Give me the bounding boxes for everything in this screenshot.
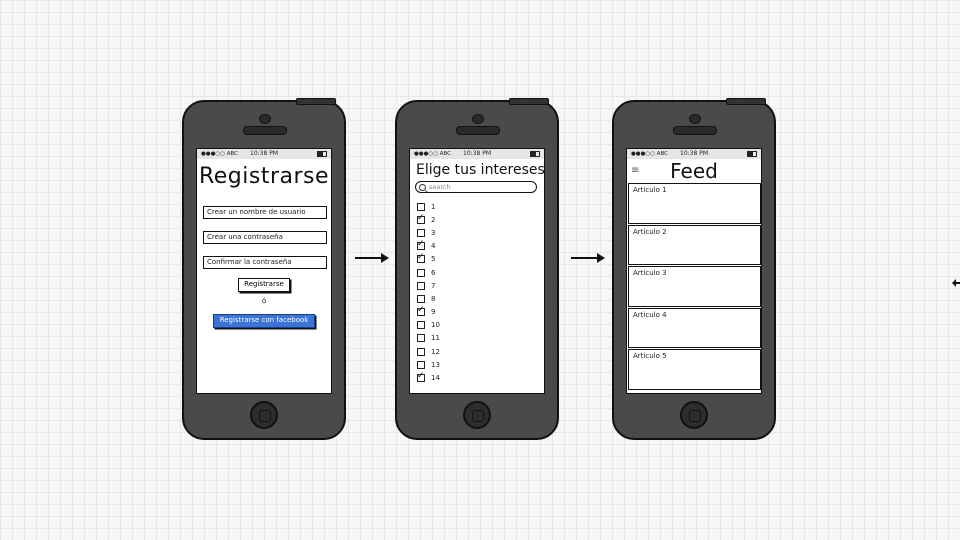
feed-screen: ●●●○○ ABC 10:38 PM ≡ Feed Articulo 1 Arti… <box>626 148 762 394</box>
home-button[interactable] <box>463 401 491 429</box>
interest-label: 4 <box>431 242 436 251</box>
search-input[interactable]: search <box>415 181 537 193</box>
interest-item[interactable]: 2 <box>417 213 544 226</box>
offscreen-arrow <box>952 279 960 287</box>
search-icon <box>419 183 426 191</box>
speaker-icon <box>456 126 500 135</box>
interest-label: 2 <box>431 215 436 224</box>
checkbox-icon[interactable] <box>417 228 425 237</box>
power-button <box>509 98 549 105</box>
interest-label: 5 <box>431 255 436 264</box>
interest-label: 8 <box>431 294 436 303</box>
power-button <box>296 98 336 105</box>
checkbox-checked-icon[interactable] <box>417 305 425 317</box>
status-time: 10:38 PM <box>250 150 278 157</box>
interest-item[interactable]: 4 <box>417 239 544 253</box>
article-title: Articulo 4 <box>633 310 667 319</box>
checkbox-checked-icon[interactable] <box>417 239 425 251</box>
interest-item[interactable]: 8 <box>417 292 544 305</box>
interest-item[interactable]: 11 <box>417 332 544 345</box>
article-title: Articulo 3 <box>633 269 667 277</box>
interest-label: 12 <box>431 347 440 356</box>
interest-label: 11 <box>431 334 440 343</box>
search-placeholder: search <box>429 182 451 191</box>
register-screen: ●●●○○ ABC 10:38 PM Registrarse Crear un … <box>196 148 332 394</box>
phone-register: ●●●○○ ABC 10:38 PM Registrarse Crear un … <box>182 98 346 440</box>
interest-label: 14 <box>431 374 440 383</box>
interest-label: 9 <box>431 308 436 317</box>
interest-label: 13 <box>431 360 440 369</box>
checkbox-icon[interactable] <box>417 347 425 356</box>
status-bar: ●●●○○ ABC 10:38 PM <box>410 149 544 159</box>
interest-label: 7 <box>431 281 436 290</box>
speaker-icon <box>673 126 717 135</box>
speaker-icon <box>243 126 287 135</box>
checkbox-icon[interactable] <box>417 268 425 277</box>
confirm-password-field[interactable]: Confirmar la contraseña <box>203 256 327 269</box>
feed-header: ≡ Feed <box>627 159 761 183</box>
checkbox-icon[interactable] <box>417 202 425 211</box>
checkbox-icon[interactable] <box>417 281 425 290</box>
article-list: Articulo 1 Articulo 2 Articulo 3 Articulo 4… <box>627 183 761 390</box>
interest-item[interactable]: 14 <box>417 371 544 384</box>
checkbox-checked-icon[interactable] <box>417 371 425 383</box>
interest-item[interactable]: 12 <box>417 345 544 358</box>
interest-label: 1 <box>431 202 436 211</box>
menu-icon[interactable]: ≡ <box>631 166 639 176</box>
status-bar: ●●●○○ ABC 10:38 PM <box>627 149 761 159</box>
page-title: Registrarse <box>198 164 330 189</box>
page-title: Feed <box>670 159 718 183</box>
article-title: Articulo 1 <box>633 186 667 194</box>
checkbox-icon[interactable] <box>417 294 425 303</box>
phone-interests: ●●●○○ ABC 10:38 PM Elige tus intereses s… <box>395 98 559 440</box>
checkbox-checked-icon[interactable] <box>417 213 425 224</box>
home-button[interactable] <box>680 401 708 429</box>
interest-item[interactable]: 1 <box>417 200 544 213</box>
interest-item[interactable]: 3 <box>417 226 544 239</box>
article-title: Articulo 5 <box>633 352 667 360</box>
status-bar: ●●●○○ ABC 10:38 PM <box>197 149 331 159</box>
camera-icon <box>472 114 484 124</box>
username-field[interactable]: Crear un nombre de usuario <box>203 206 327 219</box>
power-button <box>726 98 766 105</box>
flow-arrow-2 <box>571 253 605 263</box>
checkbox-icon[interactable] <box>417 321 425 330</box>
article-card[interactable]: Articulo 5 <box>628 349 761 390</box>
register-button[interactable]: Registrarse <box>238 278 290 292</box>
article-title: Articulo 2 <box>633 227 667 236</box>
facebook-register-button[interactable]: Registrarse con facebook <box>213 314 315 328</box>
or-text: ó <box>261 297 267 305</box>
interest-item[interactable]: 10 <box>417 319 544 332</box>
interest-item[interactable]: 9 <box>417 305 544 319</box>
interest-list: 1234567891011121314 <box>410 200 544 385</box>
checkbox-icon[interactable] <box>417 360 425 369</box>
status-time: 10:38 PM <box>463 150 491 157</box>
interest-item[interactable]: 6 <box>417 266 544 279</box>
camera-icon <box>259 114 271 124</box>
checkbox-icon[interactable] <box>417 334 425 343</box>
interest-label: 6 <box>431 268 436 277</box>
article-card[interactable]: Articulo 3 <box>628 266 761 307</box>
interest-label: 10 <box>431 321 440 330</box>
checkbox-checked-icon[interactable] <box>417 252 425 264</box>
article-card[interactable]: Articulo 1 <box>628 183 761 224</box>
home-button[interactable] <box>250 401 278 429</box>
interest-item[interactable]: 5 <box>417 252 544 266</box>
interest-label: 3 <box>431 228 436 237</box>
interests-screen: ●●●○○ ABC 10:38 PM Elige tus intereses s… <box>409 148 545 394</box>
camera-icon <box>689 114 701 124</box>
interest-item[interactable]: 7 <box>417 279 544 292</box>
interest-item[interactable]: 13 <box>417 358 544 371</box>
flow-arrow-1 <box>355 253 389 263</box>
page-title: Elige tus intereses <box>416 162 545 178</box>
phone-feed: ●●●○○ ABC 10:38 PM ≡ Feed Articulo 1 Arti… <box>612 98 776 440</box>
article-card[interactable]: Articulo 2 <box>628 224 761 265</box>
password-field[interactable]: Crear una contraseña <box>203 231 327 244</box>
article-card[interactable]: Articulo 4 <box>628 307 761 348</box>
status-time: 10:38 PM <box>680 150 708 157</box>
